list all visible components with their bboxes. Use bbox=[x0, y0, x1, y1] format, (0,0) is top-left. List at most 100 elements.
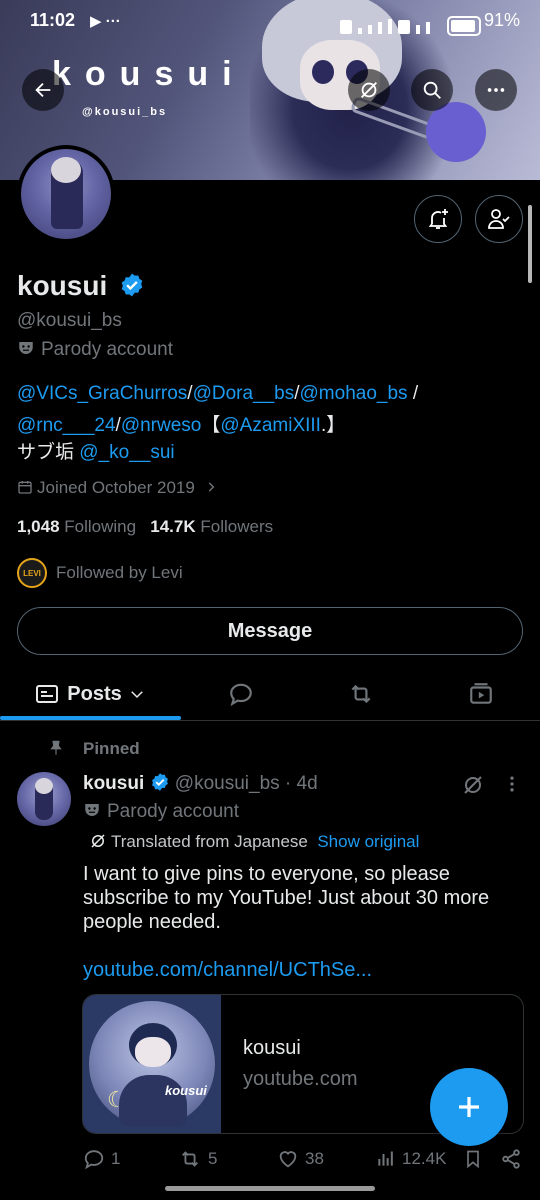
bio-mention[interactable]: @VICs_GraChurros bbox=[17, 383, 187, 404]
notifications-button[interactable] bbox=[414, 195, 462, 243]
reply-action[interactable]: 1 bbox=[83, 1148, 120, 1170]
moon-icon: ☾ bbox=[107, 1087, 127, 1112]
pin-icon bbox=[50, 740, 62, 755]
card-thumbnail-art: kousui ☾ bbox=[89, 1001, 215, 1127]
bookmark-icon bbox=[467, 1150, 479, 1169]
parody-label-text: Parody account bbox=[41, 339, 174, 360]
banner-brand-handle: @kousui_bs bbox=[82, 106, 168, 118]
post-text: I want to give pins to everyone, so plea… bbox=[83, 863, 490, 933]
followers-label: Followers bbox=[200, 517, 274, 536]
profile-handle: @kousui_bs bbox=[17, 310, 122, 331]
tab-videos[interactable] bbox=[421, 668, 540, 720]
active-tab-indicator bbox=[0, 716, 181, 720]
post-parody-text: Parody account bbox=[107, 801, 240, 822]
card-title: kousui bbox=[243, 1037, 301, 1059]
grok-button[interactable] bbox=[348, 69, 390, 111]
followers-count: 14.7K bbox=[150, 517, 196, 536]
post-parody-label: Parody account bbox=[83, 801, 239, 823]
grok-icon bbox=[361, 82, 377, 98]
card-thumbnail: kousui ☾ bbox=[83, 995, 221, 1133]
repost-action[interactable]: 5 bbox=[178, 1148, 217, 1170]
more-icon[interactable] bbox=[502, 773, 522, 795]
verified-badge-icon bbox=[121, 273, 143, 297]
more-button[interactable] bbox=[475, 69, 517, 111]
followers-link[interactable]: 14.7K Followers bbox=[150, 517, 273, 536]
following-button[interactable] bbox=[475, 195, 523, 243]
joined-text: Joined October 2019 bbox=[37, 478, 195, 497]
banner-brand-text: kousui bbox=[52, 55, 246, 93]
share-action[interactable] bbox=[500, 1148, 528, 1170]
like-icon bbox=[279, 1151, 297, 1168]
back-button[interactable] bbox=[22, 69, 64, 111]
plus-icon bbox=[459, 1097, 479, 1117]
following-label: Following bbox=[64, 517, 137, 536]
bell-plus-icon bbox=[428, 209, 448, 229]
reply-count: 1 bbox=[111, 1149, 121, 1168]
banner-art-eye bbox=[312, 60, 334, 84]
tab-replies[interactable] bbox=[181, 668, 301, 720]
post-author-avatar[interactable] bbox=[17, 772, 71, 826]
profile-avatar[interactable] bbox=[17, 145, 115, 243]
status-time: 11:02 bbox=[30, 10, 76, 30]
views-action[interactable]: 12.4K bbox=[376, 1148, 446, 1170]
followed-by-avatar[interactable]: LEVI bbox=[17, 558, 47, 588]
translated-label: Translated from Japanese bbox=[111, 832, 308, 851]
profile-name: kousui bbox=[17, 270, 145, 302]
parody-mask-icon bbox=[19, 342, 33, 354]
bio-mention[interactable]: @_ko__sui bbox=[79, 442, 174, 463]
profile-name-text: kousui bbox=[17, 270, 108, 301]
bookmark-action[interactable] bbox=[463, 1148, 489, 1170]
profile-tabs: Posts bbox=[0, 668, 540, 721]
card-thumbnail-text: kousui bbox=[165, 1083, 207, 1098]
bio-mention[interactable]: @rnc___24 bbox=[17, 415, 116, 436]
following-count: 1,048 bbox=[17, 517, 60, 536]
post-author-name[interactable]: kousui bbox=[83, 773, 144, 794]
card-domain: youtube.com bbox=[243, 1068, 358, 1090]
tab-posts[interactable]: Posts bbox=[0, 668, 181, 720]
tab-reposts[interactable] bbox=[301, 668, 421, 720]
repost-icon bbox=[351, 684, 371, 704]
battery-icon bbox=[447, 16, 481, 36]
media-icon bbox=[36, 685, 59, 703]
repost-icon bbox=[182, 1151, 198, 1167]
scrollbar[interactable] bbox=[528, 205, 532, 283]
following-person-icon bbox=[488, 209, 510, 229]
bio-separator: .】 bbox=[320, 415, 346, 436]
search-icon bbox=[423, 81, 441, 99]
bio-mention[interactable]: @nrweso bbox=[121, 415, 202, 436]
search-button[interactable] bbox=[411, 69, 453, 111]
post-time: · 4d bbox=[284, 773, 318, 794]
bio-mention[interactable]: @Dora__bs bbox=[193, 383, 295, 404]
calendar-icon bbox=[18, 481, 32, 494]
reply-icon bbox=[230, 683, 252, 707]
status-icons-left: ▶ ··· bbox=[90, 13, 121, 30]
chevron-right-icon bbox=[208, 482, 214, 492]
views-icon bbox=[378, 1151, 393, 1166]
post-link[interactable]: youtube.com/channel/UCThSe... bbox=[83, 959, 372, 982]
like-action[interactable]: 38 bbox=[277, 1148, 324, 1170]
pinned-label: Pinned bbox=[83, 739, 140, 758]
bio-mention[interactable]: @AzamiXIII bbox=[220, 415, 321, 436]
bio-line-1: @VICs_GraChurros/@Dora__bs/@mohao_bs / bbox=[17, 383, 418, 405]
message-button[interactable]: Message bbox=[17, 607, 523, 655]
status-battery: 91% bbox=[484, 10, 521, 30]
parody-label: Parody account bbox=[17, 339, 173, 361]
show-original-link[interactable]: Show original bbox=[317, 832, 419, 851]
like-count: 38 bbox=[305, 1149, 324, 1168]
reply-icon bbox=[84, 1150, 104, 1170]
bio-line-3: サブ垢 @_ko__sui bbox=[17, 437, 175, 464]
bio-mention[interactable]: @mohao_bs bbox=[300, 383, 408, 404]
compose-button[interactable] bbox=[430, 1068, 508, 1146]
avatar-head bbox=[51, 157, 81, 183]
followed-by-text[interactable]: Followed by Levi bbox=[56, 563, 183, 583]
bio-text: サブ垢 bbox=[17, 442, 80, 463]
post-author-handle[interactable]: @kousui_bs bbox=[175, 773, 280, 794]
follow-counts: 1,048 Following 14.7K Followers bbox=[17, 517, 273, 537]
grok-icon[interactable] bbox=[461, 773, 485, 797]
joined-date[interactable]: Joined October 2019 bbox=[17, 478, 218, 498]
bio-separator: 【 bbox=[201, 415, 221, 436]
signal-icons bbox=[340, 14, 430, 34]
back-arrow-icon bbox=[35, 82, 51, 98]
home-indicator[interactable] bbox=[165, 1186, 375, 1191]
following-link[interactable]: 1,048 Following bbox=[17, 517, 136, 536]
